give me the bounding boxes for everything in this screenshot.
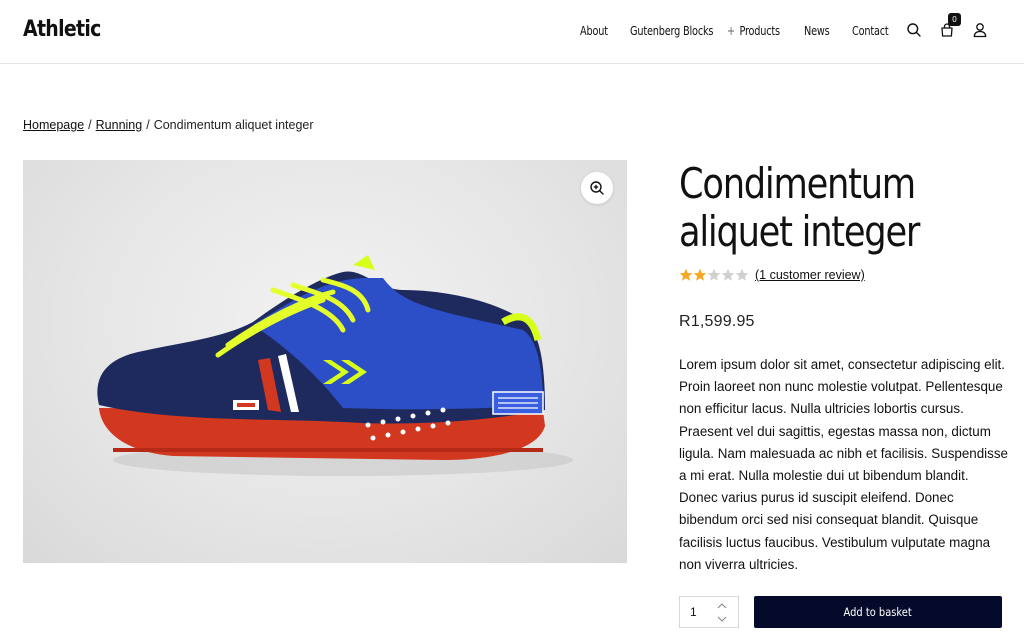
product-title: Condimentum aliquet integer xyxy=(679,159,920,256)
site-header: Athletic About Gutenberg Blocks + Product… xyxy=(0,0,1024,64)
chevron-down-icon xyxy=(717,616,727,622)
nav-label: Products xyxy=(739,24,780,38)
cart-count-badge: 0 xyxy=(948,13,961,26)
nav-label: Contact xyxy=(852,24,889,38)
zoom-in-icon xyxy=(590,181,604,195)
breadcrumb-current: Condimentum aliquet integer xyxy=(153,118,314,132)
nav-item-news[interactable]: News xyxy=(804,24,830,38)
breadcrumb-separator: / xyxy=(88,118,92,132)
breadcrumb-home-link[interactable]: Homepage xyxy=(23,118,84,132)
nav-item-products[interactable]: + Products xyxy=(727,24,780,38)
nav-label: News xyxy=(804,24,830,38)
customer-review-link[interactable]: (1 customer review) xyxy=(755,268,865,282)
product-price: R1,599.95 xyxy=(679,313,755,330)
breadcrumb-separator: / xyxy=(146,118,150,132)
product-description: Lorem ipsum dolor sit amet, consectetur … xyxy=(679,357,1008,572)
plus-icon: + xyxy=(727,24,735,38)
quantity-decrease[interactable] xyxy=(716,614,728,624)
site-logo[interactable]: Athletic xyxy=(23,17,101,42)
nav-item-about[interactable]: About xyxy=(580,24,608,38)
star-outline-icon xyxy=(735,268,749,281)
chevron-up-icon xyxy=(717,603,727,609)
nav-item-gutenberg-blocks[interactable]: Gutenberg Blocks xyxy=(630,24,713,38)
user-icon[interactable] xyxy=(972,22,988,38)
nav-label: Gutenberg Blocks xyxy=(630,24,714,38)
quantity-stepper[interactable]: 1 xyxy=(679,596,739,628)
quantity-input[interactable]: 1 xyxy=(690,605,697,619)
breadcrumb: Homepage / Running / Condimentum aliquet int… xyxy=(23,118,314,132)
quantity-increase[interactable] xyxy=(716,601,728,611)
star-outline-icon xyxy=(721,268,735,281)
product-image[interactable] xyxy=(23,160,627,563)
search-icon[interactable] xyxy=(906,22,922,38)
star-icon xyxy=(693,268,707,281)
add-to-basket-label: Add to basket xyxy=(843,605,913,619)
nav-item-contact[interactable]: Contact xyxy=(852,24,889,38)
zoom-button[interactable] xyxy=(581,172,613,204)
shoe-image xyxy=(97,255,573,476)
breadcrumb-category-link[interactable]: Running xyxy=(96,118,143,132)
star-outline-icon xyxy=(707,268,721,281)
nav-label: About xyxy=(580,24,608,38)
add-to-basket-button[interactable]: Add to basket xyxy=(754,596,1002,628)
star-icon xyxy=(679,268,693,281)
